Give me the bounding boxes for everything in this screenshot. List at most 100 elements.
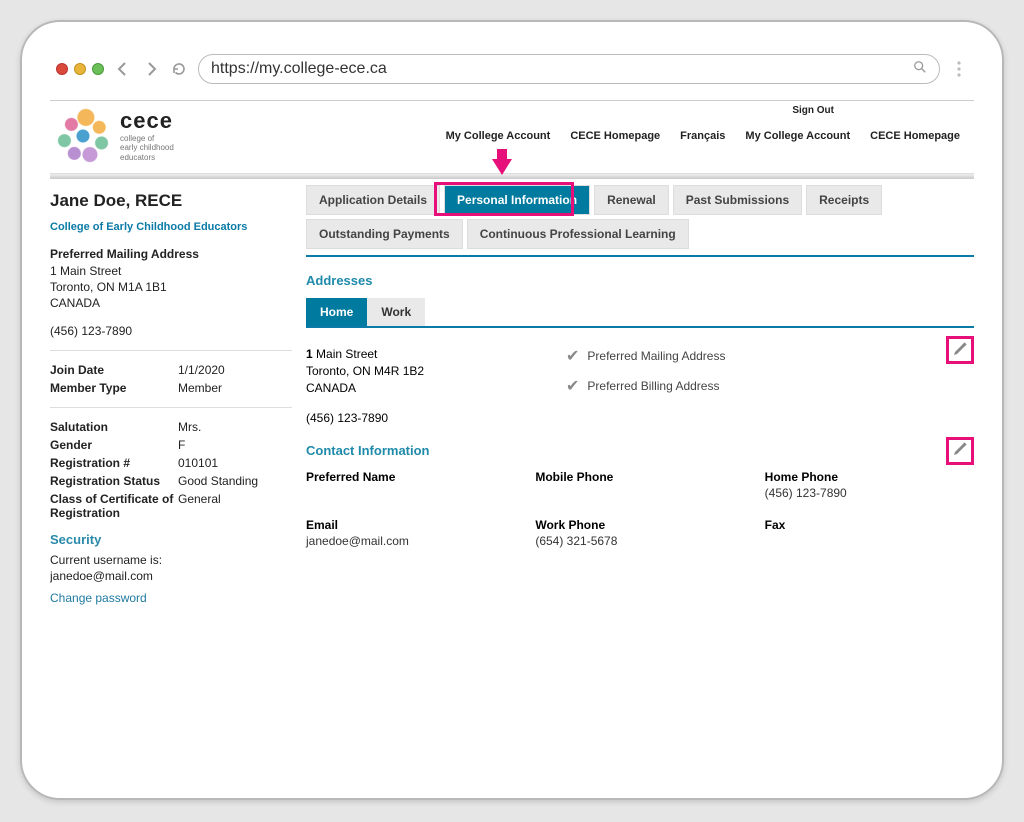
home-address-block: 1 Main Street Toronto, ON M4R 1B2 CANADA… [306,346,974,427]
member-type-label: Member Type [50,381,178,395]
top-nav: My College Account CECE Homepage Françai… [436,126,970,146]
main-panel: Application Details Personal Information… [306,185,974,771]
registration-no-value: 010101 [178,456,292,470]
check-icon: ✔ [566,376,579,396]
nav-link[interactable]: CECE Homepage [860,126,970,146]
logo-mark-icon [54,107,112,165]
window-controls [56,63,104,75]
tab-receipts[interactable]: Receipts [806,185,882,215]
url-text: https://my.college-ece.ca [211,60,913,78]
nav-link[interactable]: CECE Homepage [560,126,670,146]
mailing-street: 1 Main Street [50,263,292,279]
tab-application-details[interactable]: Application Details [306,185,440,215]
home-phone-label: Home Phone [765,470,974,484]
member-name: Jane Doe, RECE [50,191,292,211]
work-phone-value: (654) 321-5678 [535,534,744,548]
sign-out-link[interactable]: Sign Out [792,105,834,116]
addr-city: Toronto, ON M4R 1B2 [306,363,536,380]
brand-name: cece [120,110,174,132]
forward-button[interactable] [142,60,160,78]
check-icon: ✔ [566,346,579,366]
tab-renewal[interactable]: Renewal [594,185,669,215]
nav-link[interactable]: My College Account [436,126,561,146]
logo-text: cece college ofearly childhoodeducators [120,110,174,163]
reload-button[interactable] [170,60,188,78]
username-label: Current username is: [50,553,292,567]
edit-address-button[interactable] [946,336,974,364]
addr-street: Main Street [316,347,377,361]
change-password-link[interactable]: Change password [50,591,147,605]
subtab-home[interactable]: Home [306,298,367,326]
logo[interactable]: cece college ofearly childhoodeducators [54,107,174,165]
edit-contact-button[interactable] [946,437,974,465]
contact-title: Contact Information [306,443,974,458]
header-divider [50,173,974,179]
addr-country: CANADA [306,380,536,397]
maximize-window-icon[interactable] [92,63,104,75]
tab-underline [306,255,974,257]
fax-label: Fax [765,518,974,532]
page-content: cece college ofearly childhoodeducators … [50,101,974,771]
close-window-icon[interactable] [56,63,68,75]
addr-number: 1 [306,347,313,361]
class-cert-label: Class of Certificate of Registration [50,492,178,520]
device-frame: https://my.college-ece.ca cece college o… [20,20,1004,800]
tab-past-submissions[interactable]: Past Submissions [673,185,802,215]
gender-label: Gender [50,438,178,452]
home-phone-value: (456) 123-7890 [765,486,974,500]
salutation-label: Salutation [50,420,178,434]
url-bar[interactable]: https://my.college-ece.ca [198,54,940,84]
sidebar: Jane Doe, RECE College of Early Childhoo… [50,185,292,771]
subtab-work[interactable]: Work [367,298,425,326]
preferred-name-label: Preferred Name [306,470,515,484]
nav-link[interactable]: Français [670,126,735,146]
brand-tagline: college ofearly childhoodeducators [120,134,174,163]
tab-personal-information[interactable]: Personal Information [444,185,590,215]
pencil-icon [952,441,968,462]
join-date-label: Join Date [50,363,178,377]
org-link[interactable]: College of Early Childhood Educators [50,221,292,233]
browser-chrome: https://my.college-ece.ca [50,50,974,101]
work-phone-label: Work Phone [535,518,744,532]
mailing-city: Toronto, ON M1A 1B1 [50,279,292,295]
security-title: Security [50,532,292,547]
more-menu-icon[interactable] [950,60,968,78]
sidebar-phone: (456) 123-7890 [50,324,292,338]
minimize-window-icon[interactable] [74,63,86,75]
tab-outstanding-payments[interactable]: Outstanding Payments [306,219,463,249]
email-value: janedoe@mail.com [306,534,515,548]
mobile-phone-label: Mobile Phone [535,470,744,484]
member-type-value: Member [178,381,292,395]
back-button[interactable] [114,60,132,78]
body-row: Jane Doe, RECE College of Early Childhoo… [50,185,974,771]
registration-no-label: Registration # [50,456,178,470]
addresses-title: Addresses [306,273,974,288]
tab-cpl[interactable]: Continuous Professional Learning [467,219,689,249]
nav-link[interactable]: My College Account [735,126,860,146]
gender-value: F [178,438,292,452]
username-value: janedoe@mail.com [50,569,292,583]
mailing-address-block: Preferred Mailing Address 1 Main Street … [50,247,292,312]
mailing-title: Preferred Mailing Address [50,247,292,261]
contact-section: Contact Information Preferred Name [306,443,974,548]
pref-bill-label: Preferred Billing Address [587,379,719,393]
contact-grid: Preferred Name Mobile Phone Home Phone (… [306,470,974,548]
pref-mail-label: Preferred Mailing Address [587,349,725,363]
class-cert-value: General [178,492,292,520]
address-subtabs: Home Work [306,298,974,328]
registration-status-label: Registration Status [50,474,178,488]
search-icon[interactable] [913,60,927,79]
divider [50,350,292,351]
registration-status-value: Good Standing [178,474,292,488]
divider [50,407,292,408]
site-header: cece college ofearly childhoodeducators … [50,101,974,173]
join-date-value: 1/1/2020 [178,363,292,377]
mailing-country: CANADA [50,295,292,311]
tab-strip: Application Details Personal Information… [306,185,974,249]
address-preferences: ✔ Preferred Mailing Address ✔ Preferred … [566,346,974,427]
home-address-text: 1 Main Street Toronto, ON M4R 1B2 CANADA… [306,346,536,427]
annotation-arrow-down-icon [492,159,512,175]
salutation-value: Mrs. [178,420,292,434]
addr-phone: (456) 123-7890 [306,410,536,427]
pencil-icon [952,341,968,360]
